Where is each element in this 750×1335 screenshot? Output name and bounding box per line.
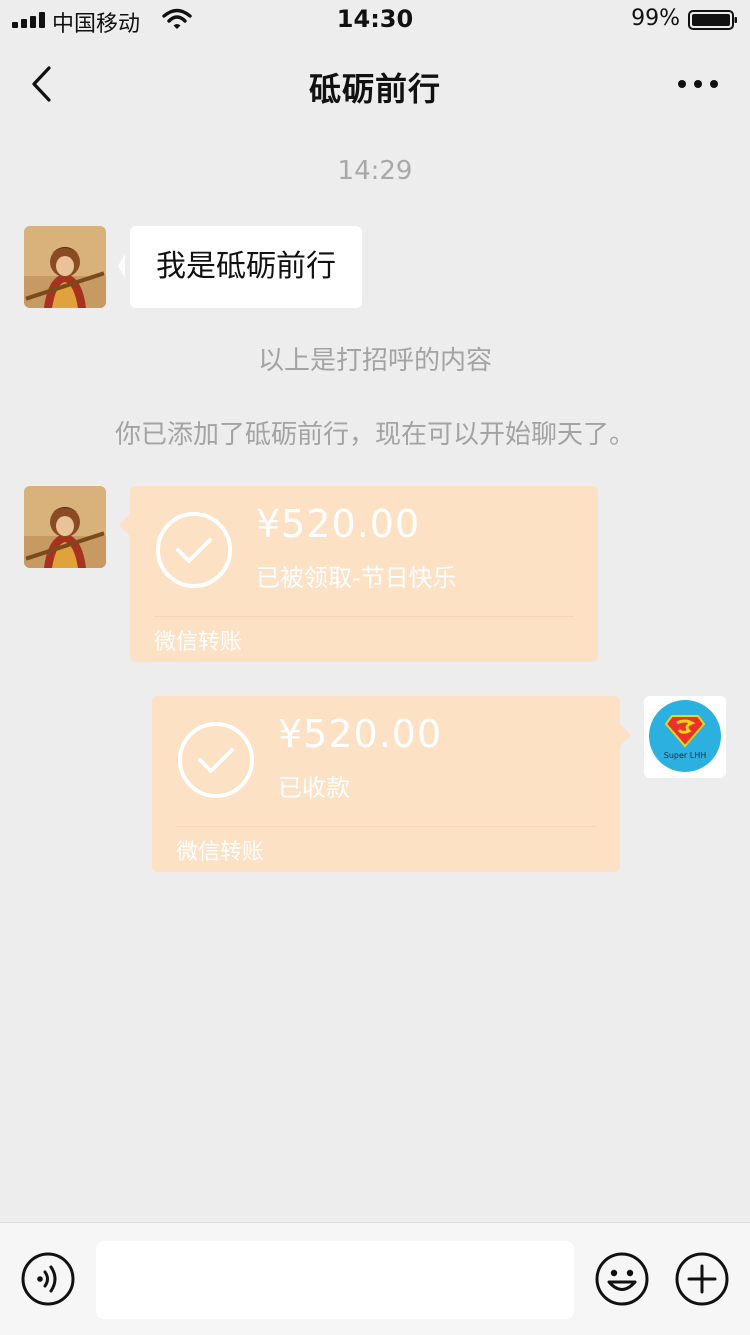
check-circle-icon xyxy=(178,722,254,798)
transfer-label: 微信转账 xyxy=(176,840,265,865)
superman-logo-icon: Super LHH xyxy=(644,696,726,778)
emoji-icon[interactable] xyxy=(594,1251,650,1307)
chat-title: 砥砺前行 xyxy=(308,70,441,108)
transfer-amount: ¥520.00 xyxy=(278,712,443,756)
add-more-icon[interactable] xyxy=(674,1251,730,1307)
contact-avatar[interactable] xyxy=(24,226,106,308)
my-avatar[interactable]: Super LHH xyxy=(644,696,726,778)
system-note-greeting: 以上是打招呼的内容 xyxy=(257,346,492,376)
message-input[interactable] xyxy=(96,1241,574,1319)
avatar-caption: Super LHH xyxy=(664,751,706,760)
transfer-status: 已收款 xyxy=(278,774,350,802)
check-circle-icon xyxy=(156,512,232,588)
more-options-icon[interactable] xyxy=(676,70,720,98)
system-note-added: 你已添加了砥砺前行，现在可以开始聊天了。 xyxy=(114,420,635,450)
transfer-card-collected[interactable]: ¥520.00 已收款 微信转账 xyxy=(152,696,631,872)
voice-input-icon[interactable] xyxy=(20,1251,76,1307)
transfer-status: 已被领取-节日快乐 xyxy=(256,564,457,592)
transfer-label: 微信转账 xyxy=(154,630,243,655)
chat-header: 砥砺前行 xyxy=(0,44,750,124)
message-timestamp: 14:29 xyxy=(337,156,413,186)
transfer-divider xyxy=(176,826,596,827)
battery-icon xyxy=(688,10,737,30)
transfer-divider xyxy=(154,616,574,617)
transfer-amount: ¥520.00 xyxy=(256,502,421,546)
battery-percentage: 99% xyxy=(631,6,680,31)
greeting-message-text: 我是砥砺前行 xyxy=(156,249,336,284)
greeting-message-bubble[interactable]: 我是砥砺前行 xyxy=(118,226,362,308)
input-bar xyxy=(0,1222,750,1335)
contact-avatar[interactable] xyxy=(24,486,106,568)
transfer-card-received[interactable]: ¥520.00 已被领取-节日快乐 微信转账 xyxy=(119,486,598,662)
status-bar: 中国移动 14:30 99% xyxy=(0,0,750,40)
